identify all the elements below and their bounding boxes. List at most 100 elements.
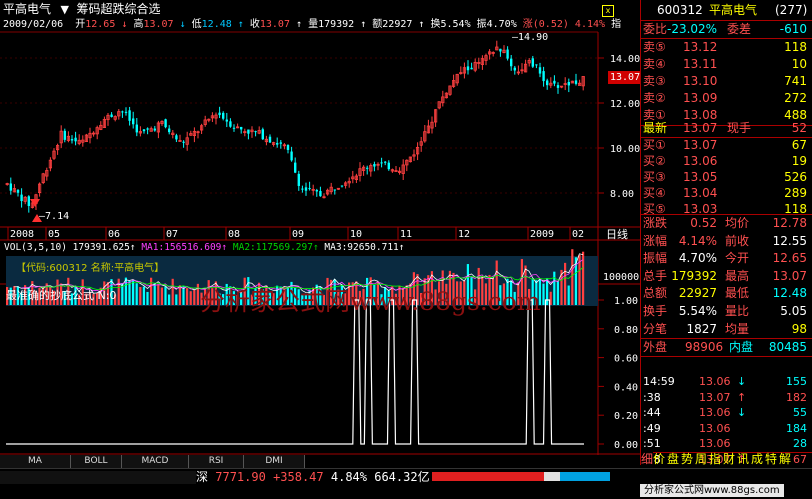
site-banner[interactable]: 分析家公式网www.88gs.com xyxy=(640,484,784,497)
candle-body xyxy=(16,190,20,193)
indicator-title[interactable]: 最准确的抄底公式 N:0 xyxy=(6,289,116,303)
arrow-up-icon: ↑ xyxy=(312,242,319,253)
market-name: 深 xyxy=(196,470,209,484)
tick-row[interactable]: :38 13.07 ↑ 182 xyxy=(641,389,812,406)
candle-body xyxy=(301,188,304,190)
candle-body xyxy=(315,190,318,192)
volume-bar xyxy=(135,283,138,305)
candle-body xyxy=(333,189,336,191)
time-tick-label: 08 xyxy=(228,229,240,240)
main-chart-canvas[interactable]: 14.00 12.00 10.00 8.00 2008 05 06 07 08 09 10 11 12… xyxy=(0,0,640,455)
candle-body xyxy=(470,67,473,70)
volume-bar xyxy=(153,283,156,305)
quote-title: 600312 平高电气 (277) xyxy=(641,2,812,19)
buy-signal-icon xyxy=(30,199,40,207)
volume-indicator-name[interactable]: VOL(3,5,10) xyxy=(4,242,67,253)
bid-row[interactable]: 买① 13.07 67 xyxy=(641,137,812,154)
candle-body xyxy=(128,110,131,121)
candle-body xyxy=(340,185,344,187)
volume-bar xyxy=(196,283,199,305)
candle-body xyxy=(290,151,293,161)
stats-row: 涨幅 4.14% 前收 12.55 xyxy=(643,233,807,248)
ask-row[interactable]: 卖② 13.09 272 xyxy=(641,90,812,107)
time-tick-label: 06 xyxy=(108,229,120,240)
candle-body xyxy=(513,67,516,71)
tab-ma[interactable]: MA xyxy=(0,455,71,468)
tab-trend[interactable]: 势 xyxy=(681,452,693,467)
period-label[interactable]: 日线 xyxy=(606,228,628,242)
stats-row: 总额 22927 最低 12.48 xyxy=(643,286,807,301)
volume-bar xyxy=(193,290,196,305)
outer-inner-row: 外盘 98906 内盘 80485 xyxy=(643,340,807,354)
volume-bar xyxy=(542,283,545,305)
candle-body xyxy=(164,119,167,128)
candle-body xyxy=(70,139,74,141)
watermark-text: 分析家公式网www.88gs.com xyxy=(200,287,541,316)
candle-body xyxy=(254,131,257,133)
candle-body xyxy=(268,136,272,143)
tab-dmi[interactable]: DMI xyxy=(244,455,305,468)
candle-body xyxy=(110,114,113,117)
arrow-up-icon: ↑ xyxy=(129,242,136,253)
tab-week[interactable]: 周 xyxy=(695,452,707,467)
ask-row[interactable]: 卖③ 13.10 741 xyxy=(641,73,812,90)
candle-body xyxy=(531,58,534,67)
tab-explain[interactable]: 解 xyxy=(779,452,791,467)
candle-body xyxy=(542,71,545,82)
volume-bar xyxy=(546,278,549,305)
tick-row[interactable]: :49 13.06 184 xyxy=(641,420,812,437)
ask-row[interactable]: 卖④ 13.11 10 xyxy=(641,56,812,73)
bid-row[interactable]: 买③ 13.05 526 xyxy=(641,169,812,186)
candle-body xyxy=(229,121,232,127)
indicator-tick-label: 0.60 xyxy=(614,354,638,365)
tick-row[interactable]: 14:59 13.06 ↓ 155 xyxy=(641,373,812,390)
tab-index[interactable]: 指 xyxy=(709,452,721,467)
candle-body xyxy=(225,119,228,122)
volume-bar xyxy=(564,262,567,305)
volume-bar xyxy=(117,278,120,305)
tab-news[interactable]: 讯 xyxy=(737,452,749,467)
indicator-tick-label: 1.00 xyxy=(614,296,638,307)
time-tick-label: 12 xyxy=(458,229,470,240)
tab-book[interactable]: 盘 xyxy=(667,452,679,467)
tab-deals[interactable]: 成 xyxy=(751,452,763,467)
last-price-row: 最新 13.07 现手 52 xyxy=(643,121,807,135)
tab-price[interactable]: 价 xyxy=(653,452,665,467)
last-hand: 52 xyxy=(791,121,807,135)
tick-row[interactable]: :44 13.06 ↓ 55 xyxy=(641,404,812,421)
inner-value: 80485 xyxy=(768,340,807,354)
volume-overlay-label: 【代码:600312 名称:平高电气】 xyxy=(16,263,165,274)
stock-code: 600312 xyxy=(657,3,703,17)
bid-row[interactable]: 买④ 13.04 289 xyxy=(641,185,812,202)
stats-row: 分笔 1827 均量 98 xyxy=(643,321,807,336)
stats-row: 涨跌 0.52 均价 12.78 xyxy=(643,216,807,230)
tab-finance[interactable]: 财 xyxy=(723,452,735,467)
tab-detail[interactable]: 细 xyxy=(641,452,654,467)
ask-row[interactable]: 卖⑤ 13.12 118 xyxy=(641,39,812,56)
candle-body xyxy=(384,161,387,163)
tab-macd[interactable]: MACD xyxy=(122,455,189,468)
market-index-ticker[interactable]: 深 7771.90 +358.47 4.84% 664.32亿 xyxy=(196,470,430,484)
bid-row[interactable]: 买② 13.06 19 xyxy=(641,153,812,170)
candle-body xyxy=(546,80,549,86)
candle-body xyxy=(319,190,322,197)
market-index: 7771.90 xyxy=(215,470,266,484)
candle-body xyxy=(567,82,570,86)
time-tick-label: 2009 xyxy=(530,229,554,240)
tick-row[interactable]: :51 13.06 28 xyxy=(641,435,812,452)
candle-body xyxy=(240,126,243,130)
time-axis: 2008 05 06 07 08 09 10 11 12 2009 02 xyxy=(7,227,584,240)
tab-special[interactable]: 特 xyxy=(765,452,777,467)
current-price-tag: 13.07 xyxy=(608,71,643,84)
tab-rsi[interactable]: RSI xyxy=(189,455,244,468)
volume-bar xyxy=(556,281,559,305)
price-tick-label: 10.00 xyxy=(610,144,640,155)
time-tick-label: 10 xyxy=(350,229,362,240)
tab-boll[interactable]: BOLL xyxy=(71,455,122,468)
time-tick-label: 2008 xyxy=(10,229,34,240)
stats-row: 振幅 4.70% 今开 12.65 xyxy=(643,251,807,266)
candle-body xyxy=(168,128,171,133)
volume-bar xyxy=(139,287,142,305)
candle-body xyxy=(366,167,369,169)
quote-bottom-tabs: 细 价 盘 势 周 指 财 讯 成 特 解 xyxy=(641,452,812,467)
